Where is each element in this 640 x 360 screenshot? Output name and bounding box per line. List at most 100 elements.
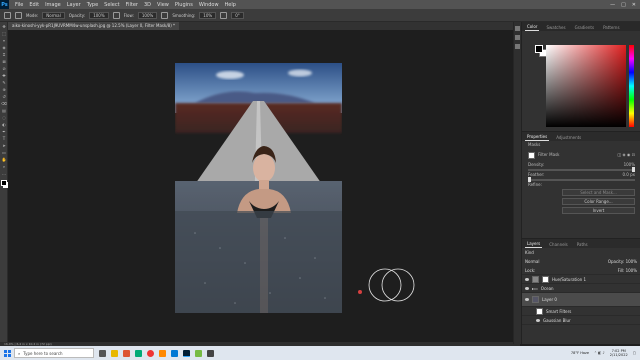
menu-plugins[interactable]: Plugins [172, 2, 196, 8]
brush-settings-icon[interactable] [15, 11, 22, 19]
menu-edit[interactable]: Edit [26, 2, 42, 8]
menu-help[interactable]: Help [222, 2, 239, 8]
path-select-icon[interactable]: ➤ [1, 143, 7, 148]
tab-patterns[interactable]: Patterns [601, 24, 621, 31]
menu-select[interactable]: Select [101, 2, 122, 8]
tray-icons[interactable]: ⌃ ◧ ♪ [594, 351, 605, 355]
zoom-icon[interactable]: ⌕ [1, 164, 7, 169]
visibility-eye-icon[interactable] [525, 286, 529, 290]
layer-row-selected[interactable]: Layer 0 [522, 293, 640, 307]
layer-row[interactable]: Hue/Saturation 1 [522, 275, 640, 284]
minimize-icon[interactable]: — [610, 2, 615, 8]
feather-slider[interactable] [528, 177, 635, 182]
layer-opacity-value[interactable]: 100% [626, 259, 637, 264]
fill-value[interactable]: 100% [626, 268, 637, 273]
color-range-button[interactable]: Color Range... [562, 198, 635, 205]
layer-name[interactable]: Ocean [541, 286, 554, 291]
hand-icon[interactable]: ✋ [1, 157, 7, 162]
document-tab[interactable]: aiko-kinoshi-yyk-pR1J9UVRMM4w-unsplash.j… [8, 22, 180, 30]
tab-properties[interactable]: Properties [525, 133, 550, 141]
eraser-icon[interactable]: ⌫ [1, 101, 7, 106]
history-icon[interactable] [515, 26, 520, 31]
weather-status[interactable]: 78°F Haze [571, 351, 589, 355]
tab-channels[interactable]: Channels [547, 241, 570, 248]
task-view-icon[interactable] [99, 349, 106, 357]
close-icon[interactable]: ✕ [632, 2, 636, 8]
layer-row[interactable]: ▸▭ Ocean [522, 284, 640, 293]
eyedropper-icon[interactable]: ⊘ [1, 66, 7, 71]
menu-view[interactable]: View [154, 2, 172, 8]
airbrush-icon[interactable] [161, 11, 169, 19]
menu-image[interactable]: Image [42, 2, 64, 8]
menu-window[interactable]: Window [196, 2, 222, 8]
menu-3d[interactable]: 3D [141, 2, 154, 8]
history-brush-icon[interactable]: ↺ [1, 94, 7, 99]
edge-icon[interactable] [135, 349, 142, 357]
crop-icon[interactable]: ⌗ [1, 52, 7, 57]
blend-mode-select[interactable]: Normal [525, 259, 539, 264]
healing-icon[interactable]: ✚ [1, 73, 7, 78]
clock[interactable]: 7:02 PM 2/11/2022 [610, 349, 628, 357]
menu-filter[interactable]: Filter [123, 2, 141, 8]
menu-layer[interactable]: Layer [64, 2, 84, 8]
office-icon[interactable] [123, 349, 130, 357]
brush-icon[interactable]: ✎ [1, 80, 7, 85]
windows-start-icon[interactable] [0, 346, 14, 360]
visibility-eye-icon[interactable] [525, 298, 529, 301]
layer-name[interactable]: Hue/Saturation 1 [552, 277, 586, 282]
more-icon[interactable]: … [1, 171, 7, 176]
filter-mask-thumbnail[interactable] [536, 307, 543, 315]
document-image[interactable] [175, 63, 342, 313]
select-and-mask-button[interactable]: Select and Mask... [562, 189, 635, 196]
pressure-opacity-icon[interactable] [112, 11, 120, 19]
chrome-icon[interactable] [147, 349, 154, 357]
filter-name[interactable]: Gaussian Blur [543, 318, 571, 323]
smoothing-field[interactable]: 10% [199, 11, 217, 19]
app3-icon[interactable] [207, 349, 214, 357]
file-explorer-icon[interactable] [111, 349, 118, 357]
opacity-field[interactable]: 100% [89, 11, 109, 19]
layer-name[interactable]: Layer 0 [542, 297, 557, 302]
tab-gradients[interactable]: Gradients [573, 24, 597, 31]
lasso-icon[interactable]: ꔷ [1, 38, 7, 43]
hue-slider[interactable] [629, 45, 634, 127]
photoshop-logo-icon[interactable]: Ps [0, 0, 9, 9]
color-field[interactable] [546, 45, 626, 127]
marquee-icon[interactable]: ⬚ [1, 31, 7, 36]
visibility-eye-icon[interactable] [525, 277, 529, 281]
angle-field[interactable]: 0° [231, 11, 244, 19]
tool-fg-bg-swatch-icon[interactable] [1, 180, 7, 186]
tab-swatches[interactable]: Swatches [544, 24, 567, 31]
dodge-icon[interactable]: ◐ [1, 122, 7, 127]
maximize-icon[interactable]: □ [621, 2, 626, 8]
filter-kind-select[interactable]: Kind [525, 250, 534, 255]
visibility-eye-icon[interactable] [536, 318, 540, 322]
brush-tool-preset-icon[interactable] [4, 11, 11, 19]
tab-adjustments[interactable]: Adjustments [554, 134, 583, 141]
frame-icon[interactable]: ⊠ [1, 59, 7, 64]
feather-value[interactable]: 0.0 px [622, 171, 635, 179]
app-icon[interactable] [159, 349, 166, 357]
mode-select[interactable]: Normal [42, 11, 65, 19]
smoothing-settings-icon[interactable] [220, 11, 228, 19]
blur-icon[interactable]: ◌ [1, 115, 7, 120]
shape-icon[interactable]: ▭ [1, 150, 7, 155]
select-icon[interactable]: ◈ [1, 45, 7, 50]
mask-options-icon[interactable]: ◫ ◈ ◉ ⊡ [617, 151, 635, 159]
filter-row[interactable]: Gaussian Blur [522, 316, 640, 325]
tab-color[interactable]: Color [525, 23, 540, 31]
notifications-icon[interactable]: ▢ [633, 351, 636, 355]
app2-icon[interactable] [195, 349, 202, 357]
flow-field[interactable]: 100% [137, 11, 158, 19]
gradient-icon[interactable]: ▤ [1, 108, 7, 113]
menu-type[interactable]: Type [84, 2, 101, 8]
stamp-icon[interactable]: ⊕ [1, 87, 7, 92]
menu-file[interactable]: File [12, 2, 26, 8]
libraries-icon[interactable] [515, 44, 520, 49]
density-slider[interactable] [528, 167, 635, 172]
adjust-icon[interactable] [515, 35, 520, 40]
mail-icon[interactable] [171, 349, 178, 357]
taskbar-search[interactable]: ⌕ Type here to search [14, 348, 94, 358]
tab-layers[interactable]: Layers [525, 240, 543, 248]
tab-paths[interactable]: Paths [575, 241, 590, 248]
